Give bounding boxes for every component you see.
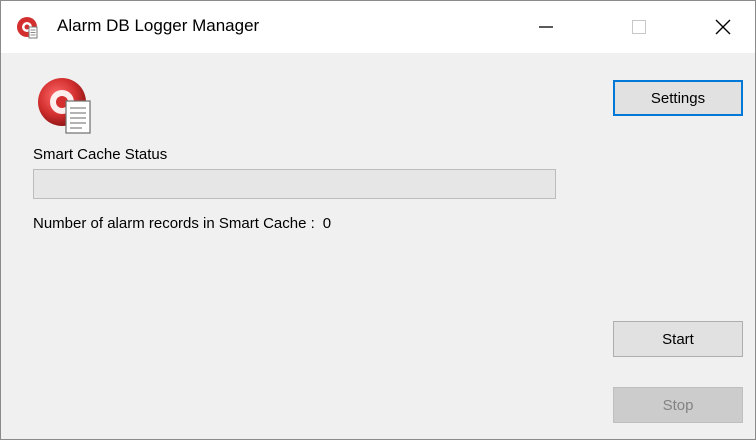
settings-button[interactable]: Settings [613, 80, 743, 116]
alarm-bell-icon [17, 17, 38, 39]
alarm-records-count: Number of alarm records in Smart Cache :… [33, 215, 331, 232]
alarm-records-label: Number of alarm records in Smart Cache : [33, 215, 315, 232]
smart-cache-status-label: Smart Cache Status [33, 146, 168, 163]
window-title: Alarm DB Logger Manager [57, 16, 260, 35]
client-area: Smart Cache Status Number of alarm recor… [1, 53, 755, 439]
minimize-button[interactable] [516, 1, 576, 53]
alarm-records-value: 0 [322, 215, 332, 232]
minimize-icon [539, 26, 553, 28]
close-button[interactable] [693, 1, 753, 53]
smart-cache-progress-bar [33, 169, 556, 199]
start-button[interactable]: Start [613, 321, 743, 357]
maximize-icon [632, 20, 646, 34]
stop-button: Stop [613, 387, 743, 423]
maximize-button [609, 1, 669, 53]
alarm-log-icon [38, 78, 91, 134]
close-icon [715, 19, 731, 35]
app-window: Alarm DB Logger Manager Smart Cache Stat… [0, 0, 756, 440]
title-bar[interactable]: Alarm DB Logger Manager [1, 1, 755, 53]
